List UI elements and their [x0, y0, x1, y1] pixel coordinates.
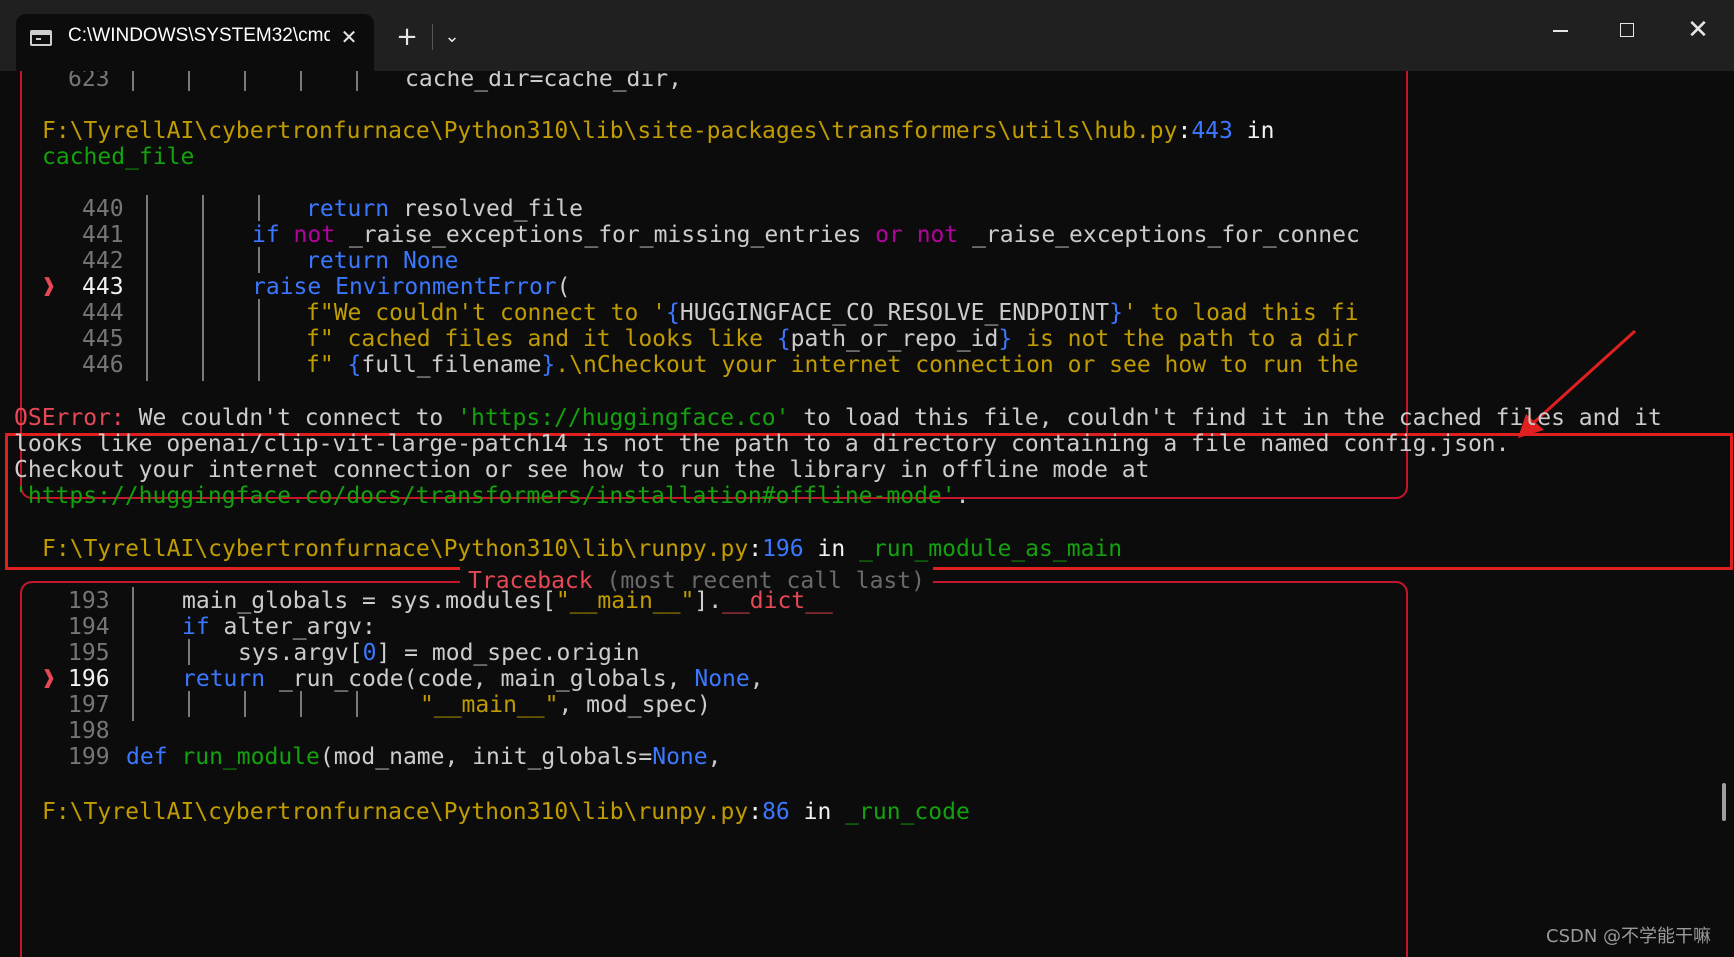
terminal-output[interactable]: 623 cache_dir=cache_dir, F:\TyrellAI\cyb… [0, 71, 1734, 957]
code-line-195: 195 [68, 640, 110, 666]
terminal-icon [30, 30, 52, 46]
code-line-444-text: f"We couldn't connect to '{HUGGINGFACE_C… [306, 300, 1359, 326]
new-tab-button[interactable]: + [390, 20, 424, 54]
code-line-445: 445 [82, 326, 124, 352]
code-line-193-text: main_globals = sys.modules["__main__"]._… [182, 588, 833, 614]
minimize-button[interactable] [1542, 12, 1578, 48]
maximize-button[interactable] [1610, 12, 1646, 48]
close-icon: ✕ [340, 25, 358, 49]
code-line-442-text: return None [306, 248, 459, 274]
code-line-196-text: return _run_code(code, main_globals, Non… [182, 666, 764, 692]
code-line-440: 440 [82, 196, 124, 222]
code-line-623: 623 [68, 71, 110, 92]
code-line-193: 193 [68, 588, 110, 614]
code-line-442: 442 [82, 248, 124, 274]
error-line-1: OSError: We couldn't connect to 'https:/… [14, 405, 1662, 431]
current-line-marker: ❱ [42, 274, 56, 300]
indent-guide [146, 195, 148, 381]
frame-location-runpy-196: F:\TyrellAI\cybertronfurnace\Python310\l… [42, 536, 1123, 562]
code-line-194: 194 [68, 614, 110, 640]
code-line-623-text: cache_dir=cache_dir, [405, 71, 682, 92]
indent-guide [244, 691, 246, 717]
indent-guide [300, 691, 302, 717]
indent-guide [188, 691, 190, 717]
title-bar: C:\WINDOWS\SYSTEM32\cmd.exe ✕ + ⌄ ✕ [0, 0, 1734, 71]
plus-icon: + [396, 22, 418, 52]
frame-location-hub: F:\TyrellAI\cybertronfurnace\Python310\l… [42, 118, 1275, 144]
error-line-2: looks like openai/clip-vit-large-patch14… [14, 431, 1510, 457]
close-tab-button[interactable]: ✕ [334, 22, 364, 52]
indent-guide [132, 587, 134, 721]
indent-guide [132, 71, 134, 91]
code-line-443: 443 [82, 274, 124, 300]
code-line-196: 196 [68, 666, 110, 692]
code-line-446: 446 [82, 352, 124, 378]
indent-guide [258, 299, 260, 381]
error-line-3: Checkout your internet connection or see… [14, 457, 1150, 483]
tab-title: C:\WINDOWS\SYSTEM32\cmd.exe [68, 25, 330, 46]
code-line-197: 197 [68, 692, 110, 718]
indent-guide [356, 691, 358, 717]
watermark: CSDN @不学能干嘛 [1546, 926, 1712, 947]
frame-location-runpy-86: F:\TyrellAI\cybertronfurnace\Python310\l… [42, 799, 970, 825]
code-line-198: 198 [68, 718, 110, 744]
indent-guide [244, 71, 246, 91]
code-line-444: 444 [82, 300, 124, 326]
current-line-marker: ❱ [42, 666, 56, 692]
frame-function-cached-file: cached_file [42, 144, 195, 170]
code-line-194-text: if alter_argv: [182, 614, 376, 640]
indent-guide [188, 71, 190, 91]
code-line-440-text: return resolved_file [306, 196, 583, 222]
terminal-tab[interactable]: C:\WINDOWS\SYSTEM32\cmd.exe ✕ [16, 14, 374, 71]
indent-guide [356, 71, 358, 91]
code-line-441: 441 [82, 222, 124, 248]
close-window-button[interactable]: ✕ [1680, 12, 1716, 48]
code-line-199-text: def run_module(mod_name, init_globals=No… [126, 744, 722, 770]
indent-guide [202, 195, 204, 381]
indent-guide [188, 639, 190, 665]
close-icon: ✕ [1687, 15, 1709, 45]
indent-guide [258, 195, 260, 221]
titlebar-divider [432, 24, 433, 50]
indent-guide [258, 247, 260, 273]
error-line-4: 'https://huggingface.co/docs/transformer… [14, 483, 970, 509]
code-line-446-text: f" {full_filename}.\nCheckout your inter… [306, 352, 1359, 378]
code-line-443-text: raise EnvironmentError( [252, 274, 571, 300]
code-line-441-text: if not _raise_exceptions_for_missing_ent… [252, 222, 1360, 248]
indent-guide [300, 71, 302, 91]
scrollbar-thumb[interactable] [1722, 783, 1726, 821]
chevron-down-icon: ⌄ [444, 26, 460, 47]
code-line-197-text: "__main__", mod_spec) [420, 692, 711, 718]
code-line-195-text: sys.argv[0] = mod_spec.origin [238, 640, 640, 666]
code-line-445-text: f" cached files and it looks like {path_… [306, 326, 1359, 352]
tab-dropdown-button[interactable]: ⌄ [437, 22, 467, 52]
code-line-199: 199 [68, 744, 110, 770]
